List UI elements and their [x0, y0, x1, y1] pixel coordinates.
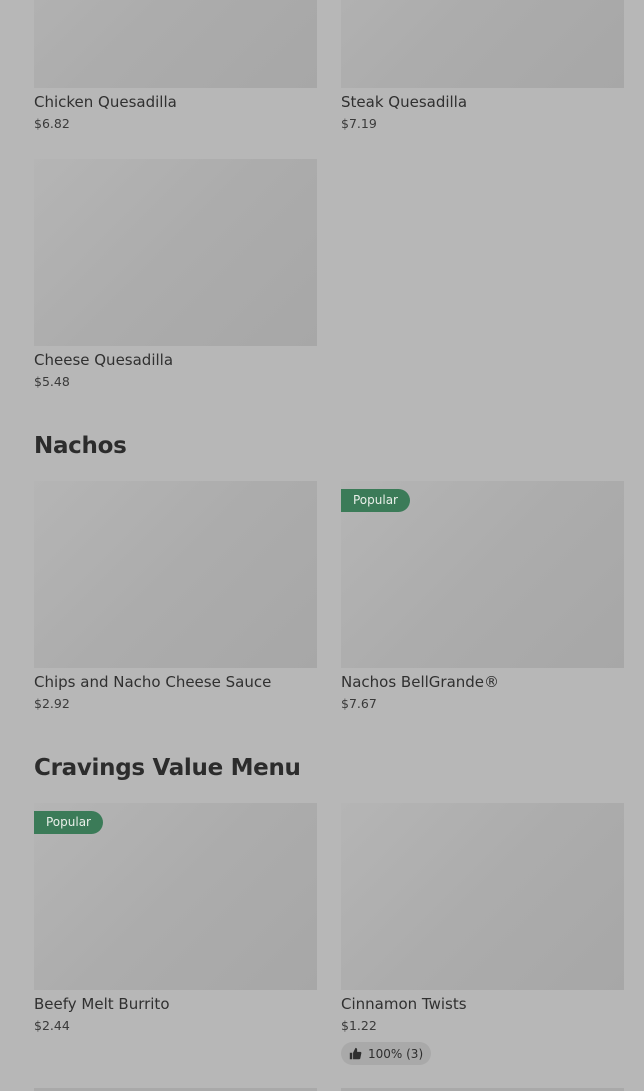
- item-price: $2.92: [34, 696, 70, 711]
- menu-item-beefy-melt-burrito[interactable]: Popular Beefy Melt Burrito $2.44: [34, 803, 317, 1035]
- menu-item-steak-quesadilla[interactable]: Steak Quesadilla $7.19: [341, 0, 624, 133]
- item-name: Nachos BellGrande®: [341, 673, 500, 691]
- item-name: Beefy Melt Burrito: [34, 995, 170, 1013]
- rating-text: 100% (3): [368, 1046, 424, 1061]
- item-name: Steak Quesadilla: [341, 93, 468, 111]
- item-name: Cheese Quesadilla: [34, 351, 174, 369]
- item-price: $7.67: [341, 696, 377, 711]
- item-image: [34, 0, 317, 88]
- item-price: $1.22: [341, 1018, 377, 1033]
- item-image: [34, 159, 317, 346]
- item-image: Popular: [341, 481, 624, 668]
- item-image: [34, 481, 317, 668]
- menu-item-cinnamon-twists[interactable]: Cinnamon Twists $1.22 100% (3): [341, 803, 624, 1065]
- thumbs-up-icon: [349, 1047, 362, 1060]
- item-image: Popular: [34, 803, 317, 990]
- rating-badge: 100% (3): [341, 1042, 432, 1065]
- menu-item-nachos-bellgrande[interactable]: Popular Nachos BellGrande® $7.67: [341, 481, 624, 713]
- item-price: $6.82: [34, 116, 70, 131]
- popular-badge: Popular: [341, 489, 410, 512]
- item-name: Chicken Quesadilla: [34, 93, 177, 111]
- item-image: [341, 0, 624, 88]
- item-name: Chips and Nacho Cheese Sauce: [34, 673, 272, 691]
- item-price: $2.44: [34, 1018, 70, 1033]
- menu-item-chicken-quesadilla[interactable]: Chicken Quesadilla $6.82: [34, 0, 317, 133]
- item-name: Cinnamon Twists: [341, 995, 467, 1013]
- popular-badge: Popular: [34, 811, 103, 834]
- item-price: $5.48: [34, 374, 70, 389]
- item-price: $7.19: [341, 116, 377, 131]
- section-title-cravings-value-menu: Cravings Value Menu: [34, 755, 301, 781]
- section-title-nachos: Nachos: [34, 433, 127, 459]
- menu-item-chips-nacho-cheese[interactable]: Chips and Nacho Cheese Sauce $2.92: [34, 481, 317, 713]
- menu-item-cheese-quesadilla[interactable]: Cheese Quesadilla $5.48: [34, 159, 317, 391]
- item-image: [341, 803, 624, 990]
